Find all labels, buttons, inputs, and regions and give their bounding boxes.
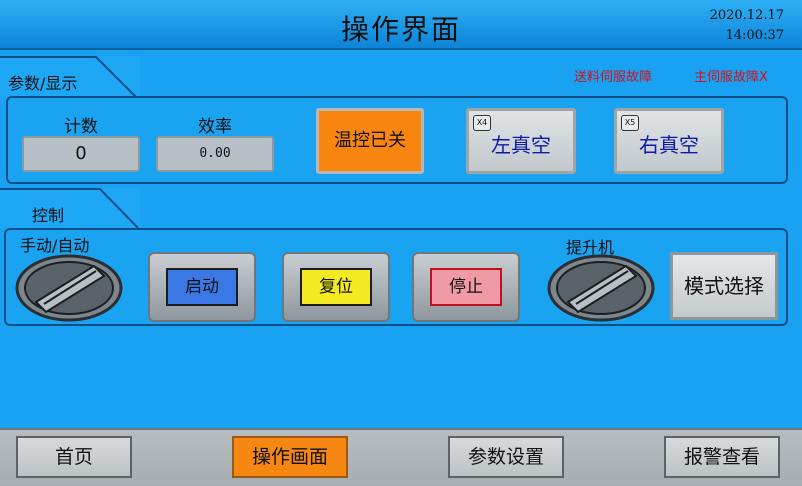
nav-alarm-view-button[interactable]: 报警查看: [664, 436, 780, 478]
hoist-selector-knob-icon[interactable]: [546, 254, 656, 322]
left-vacuum-button[interactable]: X4 左真空: [466, 108, 576, 174]
bottom-nav-bar: 首页 操作画面 参数设置 报警查看: [0, 428, 802, 486]
stop-button-label: 停止: [430, 268, 502, 306]
main-area: 参数/显示 送料伺服故障 主伺服故障X 计数 0 效率 0.00 温控已关 X4…: [0, 52, 802, 428]
tab-params-label: 参数/显示: [8, 74, 78, 93]
right-vacuum-label: 右真空: [639, 133, 699, 157]
start-button[interactable]: 启动: [148, 252, 256, 322]
temp-control-button[interactable]: 温控已关: [316, 108, 424, 174]
reset-button-label: 复位: [300, 268, 372, 306]
title-bar: 操作界面 2020.12.17 14:00:37: [0, 0, 802, 50]
efficiency-value-field: 0.00: [156, 136, 274, 172]
page-title: 操作界面: [340, 13, 461, 46]
stop-button[interactable]: 停止: [412, 252, 520, 322]
manual-auto-label: 手动/自动: [20, 236, 90, 255]
nav-operation-screen-button[interactable]: 操作画面: [232, 436, 348, 478]
count-value-field: 0: [22, 136, 140, 172]
reset-button[interactable]: 复位: [282, 252, 390, 322]
tab-control-label: 控制: [32, 206, 65, 225]
mode-select-button[interactable]: 模式选择: [670, 252, 778, 320]
time-text: 14:00:37: [725, 28, 784, 43]
nav-parameter-settings-button[interactable]: 参数设置: [448, 436, 564, 478]
manual-auto-selector-knob-icon[interactable]: [14, 254, 124, 322]
tab-control[interactable]: 控制: [0, 188, 140, 229]
datetime-display: 2020.12.17 14:00:37: [710, 6, 784, 46]
left-vacuum-label: 左真空: [491, 133, 551, 157]
tab-shape-icon: [0, 188, 139, 229]
right-vacuum-button[interactable]: X5 右真空: [614, 108, 724, 174]
main-servo-fault-text: 主伺服故障X: [694, 70, 768, 85]
nav-home-button[interactable]: 首页: [16, 436, 132, 478]
tab-params-display[interactable]: 参数/显示: [0, 56, 140, 98]
count-label: 计数: [64, 117, 98, 137]
start-button-label: 启动: [166, 268, 238, 306]
date-text: 2020.12.17: [709, 8, 784, 23]
efficiency-label: 效率: [198, 117, 232, 137]
feed-servo-fault-text: 送料伺服故障: [574, 70, 653, 85]
